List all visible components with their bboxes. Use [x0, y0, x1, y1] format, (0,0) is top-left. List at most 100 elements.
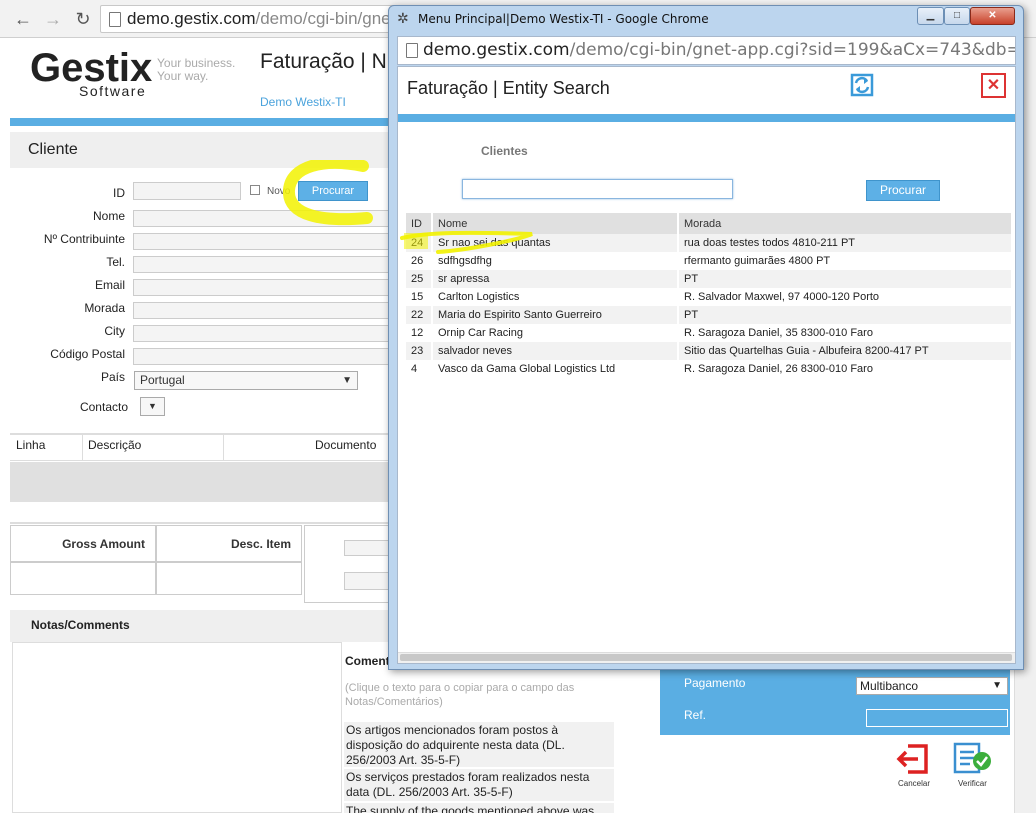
contribuinte-input[interactable]	[133, 233, 393, 250]
novo-checkbox[interactable]	[250, 185, 260, 195]
entity-search-input[interactable]	[462, 179, 733, 199]
minimize-button[interactable]: ▁	[917, 7, 944, 25]
reload-icon[interactable]: ↻	[72, 8, 94, 30]
entity-search-title: Faturação | Entity Search	[407, 78, 610, 98]
notas-textarea[interactable]	[12, 642, 342, 813]
contacto-select[interactable]: ▼	[140, 397, 165, 416]
popup-address-bar[interactable]: demo.gestix.com/demo/cgi-bin/gnet-app.cg…	[397, 36, 1016, 65]
logo: Gestix	[30, 46, 153, 90]
back-arrow-icon[interactable]: ←	[12, 8, 34, 30]
tel-label: Tel.	[106, 255, 125, 269]
page-icon	[406, 43, 418, 58]
contacto-label: Contacto	[79, 400, 128, 414]
popup-procurar-button[interactable]: Procurar	[866, 180, 940, 201]
codigo-postal-input[interactable]	[133, 348, 393, 365]
comment-option[interactable]: Os artigos mencionados foram postos à di…	[344, 722, 614, 767]
table-row[interactable]: 25 sr apressa PT	[406, 270, 1013, 288]
scrollbar-thumb[interactable]	[400, 654, 1012, 661]
cancelar-label: Cancelar	[898, 779, 931, 788]
refresh-icon	[850, 73, 874, 97]
window-close-button[interactable]: ✕	[970, 7, 1015, 25]
totals-extra-cell	[304, 525, 390, 603]
city-label: City	[104, 324, 125, 338]
table-row[interactable]: 4 Vasco da Gama Global Logistics Ltd R. Sa…	[406, 360, 1013, 378]
forward-arrow-icon[interactable]: →	[42, 8, 64, 30]
popup-url-path: /demo/cgi-bin/gnet-app.cgi?sid=199&aCx=7…	[569, 40, 1015, 60]
gross-amount-header: Gross Amount	[10, 525, 156, 562]
pagamento-label: Pagamento	[684, 676, 746, 690]
contribuinte-label: Nº Contribuinte	[43, 232, 125, 246]
maximize-button[interactable]: □	[944, 7, 970, 25]
pais-value: Portugal	[140, 373, 185, 387]
comentarios-title: Coment	[345, 654, 390, 668]
chevron-down-icon: ▼	[342, 375, 352, 386]
popup-close-button[interactable]: ✕	[981, 73, 1006, 98]
email-input[interactable]	[133, 279, 393, 296]
col-morada[interactable]: Morada	[678, 213, 1013, 234]
table-row[interactable]: 22 Maria do Espirito Santo Guerreiro PT	[406, 306, 1013, 324]
url-host: demo.gestix.com	[127, 9, 256, 28]
page-icon	[109, 12, 121, 27]
col-descricao: Descrição	[88, 438, 142, 452]
row-id: 23	[406, 342, 433, 360]
row-morada: PT	[678, 270, 1013, 288]
comment-option[interactable]: The supply of the goods mentioned above …	[344, 803, 614, 813]
desc-item-header: Desc. Item	[156, 525, 302, 562]
notas-section-header: Notas/Comments	[10, 610, 390, 642]
row-morada: R. Saragoza Daniel, 35 8300-010 Faro	[678, 324, 1013, 342]
row-morada: rua doas testes todos 4810-211 PT	[678, 234, 1013, 252]
row-morada: R. Salvador Maxwel, 97 4000-120 Porto	[678, 288, 1013, 306]
gross-amount-value	[10, 562, 156, 595]
ref-input[interactable]	[866, 709, 1008, 727]
cancel-icon	[896, 744, 928, 774]
tagline-line-2: Your way.	[157, 69, 209, 83]
row-nome: Vasco da Gama Global Logistics Ltd	[432, 360, 679, 378]
comment-option[interactable]: Os serviços prestados foram realizados n…	[344, 769, 614, 801]
city-input[interactable]	[133, 325, 393, 342]
row-morada: rfermanto guimarães 4800 PT	[678, 252, 1013, 270]
row-id: 25	[406, 270, 433, 288]
col-linha: Linha	[16, 438, 46, 452]
row-nome: salvador neves	[432, 342, 679, 360]
row-nome: Maria do Espirito Santo Guerreiro	[432, 306, 679, 324]
page-title: Faturação | N	[260, 50, 387, 73]
refresh-button[interactable]	[849, 72, 875, 98]
address-bar[interactable]: demo.gestix.com/demo/cgi-bin/gnet-	[100, 5, 400, 33]
morada-input[interactable]	[133, 302, 393, 319]
maximize-icon: □	[953, 10, 961, 21]
table-row[interactable]: 12 Ornip Car Racing R. Saragoza Daniel, 35…	[406, 324, 1013, 342]
row-id: 22	[406, 306, 433, 324]
morada-label: Morada	[84, 301, 125, 315]
divider-bar	[398, 114, 1015, 122]
logo-subtitle: Software	[79, 83, 147, 99]
chrome-window-icon: ✲	[397, 10, 409, 26]
nome-label: Nome	[92, 209, 125, 223]
ref-label: Ref.	[684, 708, 707, 722]
tagline: Your business. Your way.	[157, 57, 235, 83]
clientes-label: Clientes	[481, 144, 528, 158]
codigo-postal-label: Código Postal	[50, 347, 125, 361]
chevron-down-icon: ▼	[992, 680, 1002, 691]
row-id: 12	[406, 324, 433, 342]
verify-icon	[953, 742, 991, 774]
company-name: Demo Westix-TI	[260, 95, 346, 109]
totals-input[interactable]	[344, 572, 390, 590]
lines-table-body	[10, 462, 390, 502]
pais-select[interactable]: Portugal ▼	[134, 371, 358, 390]
col-divider	[82, 435, 83, 461]
pais-label: País	[100, 370, 125, 384]
id-input[interactable]	[133, 182, 241, 200]
tel-input[interactable]	[133, 256, 393, 273]
table-row[interactable]: 23 salvador neves Sitio das Quartelhas Gui…	[406, 342, 1013, 360]
totals-input[interactable]	[344, 540, 390, 556]
row-id: 15	[406, 288, 433, 306]
id-label: ID	[113, 186, 125, 200]
url-path: /demo/cgi-bin/gnet-	[255, 9, 400, 28]
verificar-button[interactable]	[952, 742, 992, 776]
row-morada: PT	[678, 306, 1013, 324]
cancelar-button[interactable]	[896, 742, 930, 776]
pagamento-select[interactable]: Multibanco ▼	[856, 677, 1008, 695]
minimize-icon: ▁	[926, 10, 935, 21]
table-row[interactable]: 15 Carlton Logistics R. Salvador Maxwel, 9…	[406, 288, 1013, 306]
divider-bar	[10, 118, 390, 126]
